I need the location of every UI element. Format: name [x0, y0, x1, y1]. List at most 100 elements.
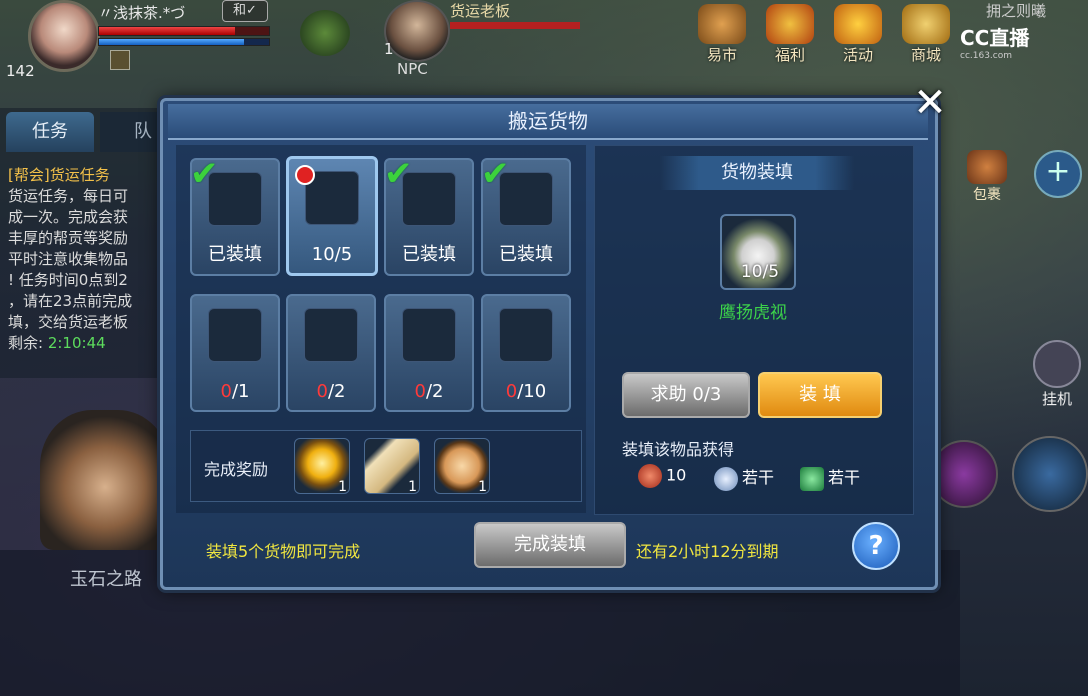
cc-brand: CC直播 — [960, 26, 1030, 50]
npc-label: NPC — [397, 60, 428, 78]
gain-silver: 若干 — [714, 464, 774, 491]
task-title: [帮会]货运任务 — [8, 166, 110, 184]
task-remaining: 剩余: 2:10:44 — [8, 334, 106, 352]
loading-title: 货物装填 — [660, 156, 854, 190]
check-icon: ✔ — [190, 154, 219, 194]
cargo-slot-2[interactable]: 10/5 — [286, 156, 378, 276]
cargo-slot-6[interactable]: 0/2 — [286, 294, 376, 412]
shop-button[interactable]: 商城 — [896, 4, 956, 68]
reward-item-cake[interactable]: 1 — [434, 438, 490, 495]
completion-hint: 装填5个货物即可完成 — [206, 542, 361, 561]
tab-task[interactable]: 任务 — [6, 112, 94, 152]
buff-icon[interactable] — [110, 50, 130, 70]
cargo-slot-3[interactable]: ✔ 已装填 — [384, 154, 474, 276]
character-status-icon[interactable] — [300, 10, 350, 56]
gain-label: 装填该物品获得 — [622, 440, 735, 459]
bag-button[interactable]: 包裹 — [962, 150, 1012, 203]
close-icon[interactable]: ✕ — [910, 83, 950, 124]
gain-value: 10 — [666, 465, 687, 485]
check-icon: ✔ — [384, 154, 413, 194]
market-button[interactable]: 易市 — [692, 4, 752, 68]
cargo-slot-8[interactable]: 0/10 — [481, 294, 571, 412]
slot-progress: 0/2 — [288, 381, 374, 402]
slot-status: 10/5 — [311, 244, 353, 265]
slot-need: /2 — [327, 381, 346, 402]
skill-button-1[interactable] — [930, 440, 998, 508]
npc-portrait — [40, 410, 170, 550]
dialogue-text: 玉石之路 — [70, 569, 142, 590]
gain-contribution: 10 — [638, 464, 686, 488]
gain-value: 若干 — [828, 468, 861, 487]
slot-progress: 0/10 — [483, 381, 569, 402]
reward-count: 1 — [478, 479, 487, 495]
silver-coin-icon — [714, 466, 738, 491]
selected-item-count: 10/5 — [740, 262, 780, 282]
reward-label: 完成奖励 — [204, 460, 269, 479]
crossed-swords-icon — [1033, 340, 1081, 388]
task-line: 货运任务，每日可 — [8, 187, 129, 205]
slot-need: /1 — [231, 381, 250, 402]
auto-battle-button[interactable]: 挂机 — [1030, 340, 1084, 410]
player-hp-fill — [99, 27, 235, 35]
reward-count: 1 — [338, 479, 347, 495]
event-icon — [834, 4, 882, 44]
player-name: 〃浅抹茶.*づ — [98, 4, 186, 22]
task-remaining-time: 2:10:44 — [47, 334, 106, 352]
slot-have: 0 — [414, 381, 426, 402]
bag-icon — [967, 150, 1007, 184]
cargo-slot-1[interactable]: ✔ 已装填 — [190, 154, 280, 276]
market-icon — [698, 4, 746, 44]
reward-item-golden-orb[interactable]: 1 — [294, 438, 350, 495]
exp-icon — [800, 466, 824, 491]
task-line: 平时注意收集物品 — [8, 250, 129, 268]
plate-icon — [499, 308, 553, 362]
player-avatar[interactable] — [28, 0, 100, 72]
complete-loading-button[interactable]: 完成装填 — [474, 522, 626, 568]
cc-domain: cc.163.com — [960, 51, 1013, 61]
player-hp-bar — [98, 26, 270, 36]
welfare-label: 福利 — [774, 46, 805, 64]
ask-help-button[interactable]: 求助 0/3 — [622, 372, 750, 418]
npc-name: 货运老板 — [450, 2, 511, 20]
notification-dot — [295, 165, 315, 185]
task-description[interactable]: [帮会]货运任务 货运任务，每日可 成一次。完成会获 丰厚的帮贡等奖励 平时注意… — [8, 165, 160, 354]
task-line: 丰厚的帮贡等奖励 — [8, 229, 129, 247]
cc-watermark: CC直播 cc.163.com — [960, 22, 1029, 61]
expand-plus-button[interactable]: + — [1034, 150, 1082, 198]
slot-status: 已装填 — [402, 244, 456, 265]
ruby-icon — [304, 308, 358, 362]
slot-have: 0 — [220, 381, 232, 402]
slot-progress: 0/1 — [192, 381, 278, 402]
welfare-button[interactable]: 福利 — [760, 4, 820, 68]
gain-exp: 若干 — [800, 464, 860, 491]
slot-status: 已装填 — [208, 244, 262, 265]
amber-icon — [402, 308, 456, 362]
task-line: ，请在23点前完成 — [8, 292, 133, 310]
load-button[interactable]: 装 填 — [758, 372, 882, 418]
gift-icon — [766, 4, 814, 44]
player-mp-bar — [98, 38, 270, 46]
task-line: 成一次。完成会获 — [8, 208, 129, 226]
bag-label: 包裹 — [973, 187, 1001, 203]
slot-have: 0 — [505, 381, 518, 402]
npc-avatar[interactable] — [384, 0, 450, 62]
help-question-icon[interactable]: ? — [852, 522, 900, 570]
player-mp-fill — [99, 39, 244, 45]
shop-label: 商城 — [910, 46, 941, 64]
reward-item-scroll[interactable]: 1 — [364, 438, 420, 495]
dialog-title: 搬运货物 — [168, 104, 928, 140]
slot-have: 0 — [316, 381, 328, 402]
selected-item-name: 鹰扬虎视 — [719, 303, 787, 323]
player-mode-tag[interactable]: 和✓ — [222, 0, 268, 22]
cargo-slot-7[interactable]: 0/2 — [384, 294, 474, 412]
npc-level: 1 — [384, 40, 394, 58]
cargo-slot-5[interactable]: 0/1 — [190, 294, 280, 412]
cargo-slot-4[interactable]: ✔ 已装填 — [481, 154, 571, 276]
check-icon: ✔ — [481, 154, 510, 194]
event-button[interactable]: 活动 — [828, 4, 888, 68]
skill-button-2[interactable] — [1012, 436, 1088, 512]
task-line: 填，交给货运老板 — [8, 313, 129, 331]
slot-need: /2 — [425, 381, 444, 402]
gain-value: 若干 — [742, 468, 775, 487]
market-label: 易市 — [706, 46, 737, 64]
